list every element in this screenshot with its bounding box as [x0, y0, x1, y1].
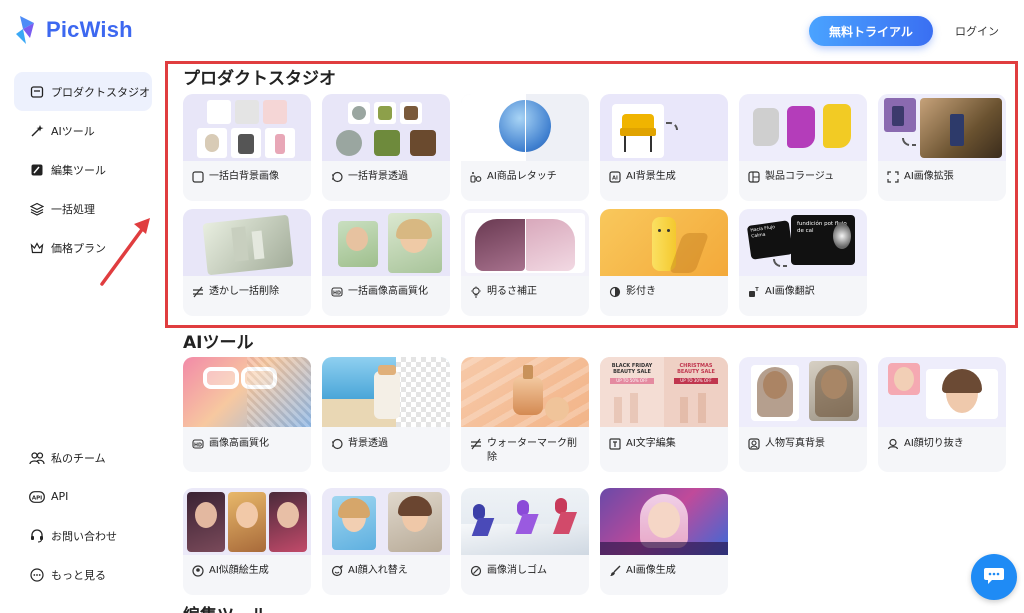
sidebar-item-label: 私のチーム [51, 451, 106, 465]
sidebar-item-api[interactable]: API API [14, 477, 152, 516]
sidebar-item-edit-tools[interactable]: 編集ツール [14, 150, 152, 189]
card-image-eraser[interactable]: 画像消しゴム [461, 488, 589, 595]
chat-support-button[interactable] [971, 554, 1017, 600]
card-label: AI顔入れ替え [348, 565, 408, 576]
sidebar-item-label: お問い合わせ [51, 529, 117, 543]
card-thumbnail: BLACK FRIDAY BEAUTY SALE UP TO 50% OFF C… [600, 357, 728, 427]
card-label-row: 画像消しゴム [470, 564, 583, 578]
login-link[interactable]: ログイン [955, 23, 999, 39]
card-thumbnail [461, 357, 589, 427]
free-trial-button[interactable]: 無料トライアル [809, 16, 933, 46]
card-remove-background[interactable]: 背景透過 [322, 357, 450, 472]
sidebar-item-label: 一括処理 [51, 202, 95, 216]
christmas-text: CHRISTMAS BEAUTY SALE [677, 363, 715, 375]
card-label: AI画像生成 [626, 565, 676, 576]
sidebar-item-label: もっと見る [51, 568, 106, 582]
card-label: 人物写真背景 [765, 438, 825, 449]
card-label-row: AI文字編集 [609, 437, 722, 451]
annotation-arrow [100, 218, 150, 286]
avatar-icon [192, 565, 204, 577]
christmas-discount: UP TO 30% OFF [674, 378, 718, 384]
card-thumbnail [878, 357, 1006, 427]
api-icon: API [29, 489, 45, 505]
picwish-logo-icon [14, 14, 38, 46]
card-thumbnail [183, 357, 311, 427]
card-label-row: AI画像生成 [609, 564, 722, 578]
card-label-row: ウォーターマーク削除 [470, 437, 583, 465]
black-friday-discount: UP TO 50% OFF [610, 378, 654, 384]
card-thumbnail [183, 488, 311, 555]
brand-name: PicWish [46, 17, 133, 42]
card-ai-portrait-generator[interactable]: AI似顔絵生成 [183, 488, 311, 595]
card-label-row: HD 画像高画質化 [192, 437, 305, 451]
card-label: ウォーターマーク削除 [487, 438, 577, 463]
ai-sparkle-icon [29, 123, 45, 139]
svg-text:API: API [32, 495, 42, 501]
sidebar-item-label: AIツール [51, 124, 95, 138]
face-swap-icon [331, 565, 343, 577]
svg-text:HD: HD [194, 442, 202, 448]
section-title-edit-tools: 編集ツール [183, 601, 268, 613]
sidebar-item-contact[interactable]: お問い合わせ [14, 516, 152, 555]
sidebar-item-team[interactable]: 私のチーム [14, 438, 152, 477]
card-ai-face-swap[interactable]: AI顔入れ替え [322, 488, 450, 595]
black-friday-text: BLACK FRIDAY BEAUTY SALE [611, 363, 653, 375]
card-label: AI顔切り抜き [904, 438, 964, 449]
watermark-icon [470, 438, 482, 450]
card-label-row: AI顔切り抜き [887, 437, 1000, 451]
headset-icon [29, 528, 45, 544]
portrait-bg-icon [748, 438, 760, 450]
card-label-row: 人物写真背景 [748, 437, 861, 451]
chat-icon [983, 565, 1005, 589]
layers-icon [29, 201, 45, 217]
card-label-row: AI顔入れ替え [331, 564, 444, 578]
card-ai-text-edit[interactable]: BLACK FRIDAY BEAUTY SALE UP TO 50% OFF C… [600, 357, 728, 472]
brush-icon [609, 565, 621, 577]
card-ai-image-generator[interactable]: AI画像生成 [600, 488, 728, 595]
team-icon [29, 450, 45, 466]
annotation-highlight-box [165, 61, 1018, 328]
card-label: AI文字編集 [626, 438, 676, 449]
sidebar-bottom-nav: 私のチーム API API お問い合わせ もっと見る [14, 438, 152, 594]
sidebar-item-ai-tools[interactable]: AIツール [14, 111, 152, 150]
studio-icon [29, 84, 45, 100]
hd-icon: HD [192, 438, 204, 450]
card-label-row: 背景透過 [331, 437, 444, 451]
card-thumbnail [461, 488, 589, 555]
transparent-bg-icon [331, 438, 343, 450]
card-label: 画像消しゴム [487, 565, 547, 576]
card-thumbnail [739, 357, 867, 427]
text-edit-icon [609, 438, 621, 450]
card-label: 画像高画質化 [209, 438, 269, 449]
eraser-icon [470, 565, 482, 577]
card-image-hd[interactable]: HD 画像高画質化 [183, 357, 311, 472]
face-cut-icon [887, 438, 899, 450]
card-portrait-background[interactable]: 人物写真背景 [739, 357, 867, 472]
sidebar-item-more[interactable]: もっと見る [14, 555, 152, 594]
sidebar-item-label: 編集ツール [51, 163, 106, 177]
edit-tool-icon [29, 162, 45, 178]
section-title-ai-tools: AIツール [183, 333, 254, 353]
card-label-row: AI似顔絵生成 [192, 564, 305, 578]
card-label: 背景透過 [348, 438, 388, 449]
card-watermark-remover[interactable]: ウォーターマーク削除 [461, 357, 589, 472]
sidebar-item-label: API [51, 490, 69, 503]
brand-logo[interactable]: PicWish [14, 14, 133, 46]
card-thumbnail [600, 488, 728, 555]
card-thumbnail [322, 488, 450, 555]
card-thumbnail [322, 357, 450, 427]
sidebar-item-label: プロダクトスタジオ [51, 85, 150, 99]
card-label: AI似顔絵生成 [209, 565, 269, 576]
card-ai-face-cutout[interactable]: AI顔切り抜き [878, 357, 1006, 472]
more-icon [29, 567, 45, 583]
sidebar-item-product-studio[interactable]: プロダクトスタジオ [14, 72, 152, 111]
crown-icon [29, 240, 45, 256]
